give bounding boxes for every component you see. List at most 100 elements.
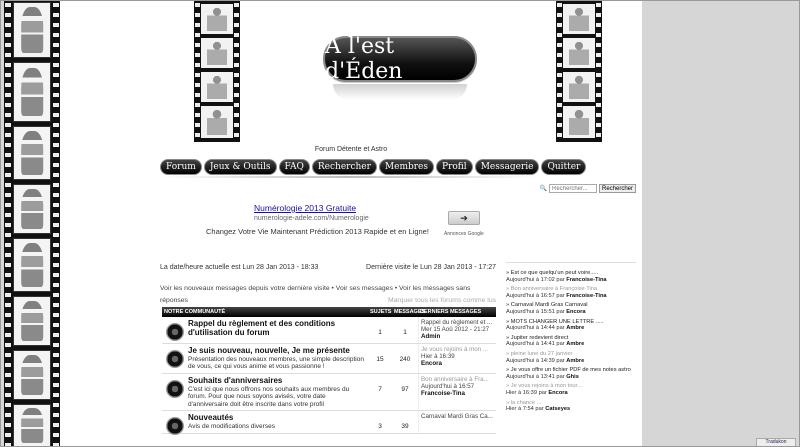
recent-topic-title[interactable]: » Carnaval Mardi Gras Carnaval	[506, 302, 636, 309]
forum-topic-count: 1	[378, 329, 382, 336]
forum-read-icon	[166, 349, 184, 368]
forum-row[interactable]: Souhaits d'anniversaires C'est ici que n…	[162, 373, 496, 412]
translate-button[interactable]: Tradukon	[756, 438, 796, 447]
forum-title[interactable]: Je suis nouveau, nouvelle, Je me présent…	[188, 346, 366, 355]
recent-topic-item[interactable]: » Bon anniversaire à Françoise Tina Aujo…	[506, 286, 636, 299]
forum-post-count: 1	[403, 329, 407, 336]
recent-topic-title[interactable]: » pleine lune du 27 janvier	[506, 351, 636, 358]
forum-title[interactable]: Souhaits d'anniversaires	[188, 376, 366, 385]
recent-topic-author[interactable]: Catseyes	[545, 406, 570, 412]
nav-logout[interactable]: Quitter	[541, 159, 587, 175]
ad-attribution[interactable]: Annonces Google	[444, 231, 484, 237]
film-frame-image	[13, 184, 51, 234]
recent-topic-title[interactable]: » Jupiter redevient direct	[506, 335, 636, 342]
recent-topic-item[interactable]: » Jupiter redevient direct Aujourd'hui à…	[506, 335, 636, 348]
col-last-posts: DERNIERS MESSAGES	[420, 309, 482, 315]
ad-url[interactable]: numerologie-adele.com/Numerologie	[254, 215, 369, 222]
google-ad: Numérologie 2013 Gratuite numerologie-ad…	[160, 202, 490, 242]
recent-topic-item[interactable]: » Est ce que quelqu'un peut voire..... A…	[506, 270, 636, 283]
nav-profile[interactable]: Profil	[436, 159, 473, 175]
recent-topic-author[interactable]: Ambre	[566, 358, 584, 364]
search-input[interactable]	[548, 184, 597, 193]
header-film-image	[201, 38, 233, 68]
recent-topic-title[interactable]: » la chance ...	[506, 400, 636, 407]
forum-description: C'est ici que nous offrons nos souhaits …	[188, 385, 350, 408]
recent-topic-date: Aujourd'hui à 13:41 par	[506, 373, 565, 380]
recent-topic-author[interactable]: Francoise-Tina	[566, 277, 606, 283]
header-film-right	[556, 0, 602, 142]
header-film-image	[201, 72, 233, 102]
last-post-author[interactable]: Encora	[421, 360, 442, 367]
header-film-image	[563, 72, 595, 102]
recent-topic-item[interactable]: » MOTS CHANGER UNE LETTRE ..... Aujourd'…	[506, 319, 636, 332]
nav-games-tools[interactable]: Jeux & Outils	[203, 159, 277, 175]
recent-topic-item[interactable]: » Carnaval Mardi Gras Carnaval Aujourd'h…	[506, 302, 636, 315]
search-icon: 🔍	[539, 186, 547, 192]
forum-topic-count: 15	[376, 355, 384, 363]
recent-topic-author[interactable]: Ghis	[566, 374, 579, 380]
nav-forum[interactable]: Forum	[160, 159, 202, 175]
nav-search[interactable]: Rechercher	[311, 159, 377, 175]
film-frame-image	[13, 404, 51, 447]
current-date: La date/heure actuelle est Lun 28 Jan 20…	[160, 264, 319, 271]
film-holes-right	[53, 0, 59, 447]
forum-table-header: NOTRE COMMUNAUTÉ SUJETS MESSAGES DERNIER…	[162, 307, 496, 317]
film-holes-left	[5, 0, 11, 447]
forum-topic-count: 7	[378, 385, 382, 393]
forum-row[interactable]: Nouveautés Avis de modifications diverse…	[162, 411, 496, 436]
forum-table: NOTRE COMMUNAUTÉ SUJETS MESSAGES DERNIER…	[162, 307, 496, 436]
last-post-author[interactable]: Admin	[421, 333, 440, 340]
new-posts-links[interactable]: Voir les nouveaux messages depuis votre …	[160, 283, 496, 295]
recent-topic-date: Aujourd'hui à 14:44 par	[506, 325, 565, 332]
last-post-title[interactable]: Carnaval Mardi Gras Ca...	[421, 413, 494, 420]
film-frame-image	[13, 2, 51, 58]
recent-topic-item[interactable]: » Je vous offre un fichier PDF de mes no…	[506, 367, 636, 380]
last-post-date: Mer 15 Aoû 2012 - 21:27	[421, 326, 490, 334]
recent-topic-title[interactable]: » Bon anniversaire à Françoise Tina	[506, 286, 636, 293]
forum-title[interactable]: Nouveautés	[188, 413, 366, 422]
recent-topic-author[interactable]: Francoise-Tina	[566, 293, 606, 299]
recent-topic-title[interactable]: » Je vous rejoins à mon tour...	[506, 383, 636, 390]
last-post-author[interactable]: Francoise-Tina	[421, 390, 465, 397]
forum-post-count: 97	[401, 385, 409, 393]
page-background-right	[642, 0, 800, 447]
recent-topic-title[interactable]: » MOTS CHANGER UNE LETTRE .....	[506, 319, 636, 326]
search-button[interactable]: Rechercher	[598, 184, 636, 193]
col-topics: SUJETS	[370, 309, 392, 315]
recent-topic-author[interactable]: Ambre	[566, 341, 584, 347]
film-frame-image	[13, 62, 51, 122]
recent-topic-author[interactable]: Encora	[548, 390, 567, 396]
last-post-title[interactable]: Je vous rejoins à mon ...	[421, 346, 494, 353]
forum-post-count: 240	[399, 355, 411, 363]
header-film-left	[194, 0, 240, 142]
nav-messaging[interactable]: Messagerie	[474, 159, 540, 175]
last-post-title[interactable]: Bon anniversaire à Fra...	[421, 376, 494, 383]
forum-read-icon	[166, 323, 184, 341]
recent-topic-date: Aujourd'hui à 16:57 par	[506, 292, 565, 299]
recent-topic-item[interactable]: » la chance ... Hier à 7:54 par Catseyes	[506, 400, 636, 413]
last-post-date: Aujourd'hui à 16:57	[421, 382, 475, 390]
forum-row[interactable]: Je suis nouveau, nouvelle, Je me présent…	[162, 343, 496, 374]
recent-topic-title[interactable]: » Je vous offre un fichier PDF de mes no…	[506, 367, 636, 374]
forum-topic-count: 3	[378, 423, 382, 431]
recent-topic-author[interactable]: Ambre	[566, 325, 584, 331]
film-frame-image	[13, 350, 51, 400]
last-post-title[interactable]: Rappel du règlement et ...	[421, 319, 494, 326]
forum-title[interactable]: Rappel du règlement et des conditions d'…	[188, 319, 366, 337]
nav-faq[interactable]: FAQ	[278, 159, 310, 175]
nav-members[interactable]: Membres	[378, 159, 435, 175]
recent-topic-date: Hier à 7:54 par	[506, 406, 544, 413]
site-logo[interactable]: À l'est d'Éden	[323, 34, 477, 84]
recent-topic-date: Aujourd'hui à 14:41 par	[506, 341, 565, 348]
forum-post-count: 39	[401, 423, 409, 431]
recent-topic-title[interactable]: » Est ce que quelqu'un peut voire.....	[506, 270, 636, 277]
recent-topic-item[interactable]: » pleine lune du 27 janvier Aujourd'hui …	[506, 351, 636, 364]
recent-topic-item[interactable]: » Je vous rejoins à mon tour... Hier à 1…	[506, 383, 636, 396]
header-film-image	[563, 4, 595, 34]
ad-arrow-icon[interactable]: ➔	[448, 211, 480, 225]
forum-row[interactable]: Rappel du règlement et des conditions d'…	[162, 317, 496, 344]
mark-all-read-link[interactable]: Marquer tous les forums comme lus	[388, 295, 496, 307]
ad-title-link[interactable]: Numérologie 2013 Gratuite	[254, 203, 356, 213]
recent-topics-sidebar: » Est ce que quelqu'un peut voire..... A…	[506, 270, 636, 416]
recent-topic-author[interactable]: Encora	[566, 309, 585, 315]
